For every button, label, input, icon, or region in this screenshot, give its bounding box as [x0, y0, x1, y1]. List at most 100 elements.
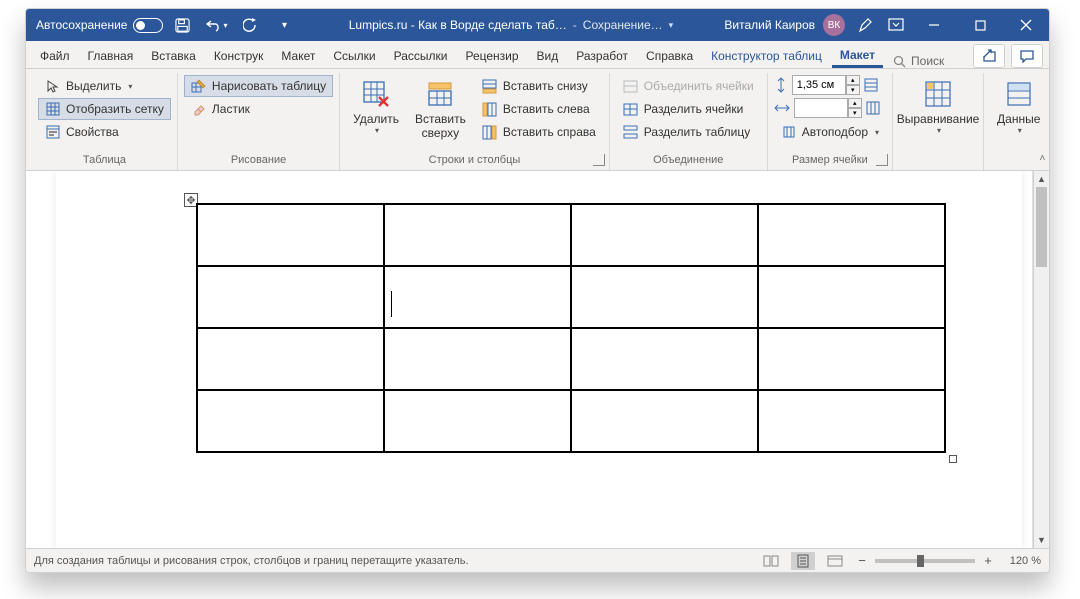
properties-icon	[45, 124, 61, 140]
save-status: Сохранение…	[583, 18, 663, 32]
col-width-icon	[774, 101, 790, 115]
tab-layout[interactable]: Макет	[273, 44, 323, 68]
properties-button[interactable]: Свойства	[38, 121, 171, 143]
status-bar: Для создания таблицы и рисования строк, …	[26, 548, 1049, 572]
select-button[interactable]: Выделить▾	[38, 75, 171, 97]
draw-table-button[interactable]: Нарисовать таблицу	[184, 75, 333, 97]
insert-below-button[interactable]: Вставить снизу	[475, 75, 603, 97]
insert-below-icon	[482, 78, 498, 94]
page[interactable]: ✥	[26, 171, 1033, 548]
tab-table-layout[interactable]: Макет	[832, 43, 883, 68]
tab-insert[interactable]: Вставка	[143, 44, 204, 68]
vertical-scrollbar[interactable]: ▲ ▼	[1033, 171, 1049, 548]
tab-table-design[interactable]: Конструктор таблиц	[703, 44, 830, 68]
web-layout-icon[interactable]	[823, 552, 847, 570]
scroll-up-icon[interactable]: ▲	[1034, 171, 1049, 187]
tab-view[interactable]: Вид	[529, 44, 567, 68]
ribbon-tabs: Файл Главная Вставка Конструк Макет Ссыл…	[26, 41, 1049, 69]
split-cells-icon	[623, 101, 639, 117]
app-window: Автосохранение ▾ ▾ Lumpics.ru - Как в Во…	[25, 8, 1050, 573]
zoom-slider[interactable]	[875, 559, 975, 563]
split-cells-button[interactable]: Разделить ячейки	[616, 98, 761, 120]
draw-mode-icon[interactable]	[851, 10, 881, 40]
spin-down-icon[interactable]: ▾	[848, 108, 862, 118]
merge-cells-button[interactable]: Объединить ячейки	[616, 75, 761, 97]
split-table-icon	[623, 124, 639, 140]
insert-above-button[interactable]: Вставить сверху	[408, 75, 473, 143]
save-icon[interactable]	[167, 10, 197, 40]
spin-up-icon[interactable]: ▴	[846, 75, 860, 85]
cursor-icon	[45, 78, 61, 94]
zoom-in-button[interactable]: +	[981, 554, 995, 568]
pencil-table-icon	[191, 78, 207, 94]
print-layout-icon[interactable]	[791, 552, 815, 570]
user-avatar[interactable]: ВК	[823, 14, 845, 36]
tab-mailings[interactable]: Рассылки	[386, 44, 456, 68]
eraser-button[interactable]: Ластик	[184, 98, 333, 120]
word-table[interactable]	[196, 203, 946, 453]
user-name[interactable]: Виталий Каиров	[722, 18, 817, 32]
share-button[interactable]	[973, 44, 1005, 68]
tab-home[interactable]: Главная	[80, 44, 142, 68]
table-resize-handle[interactable]	[949, 455, 957, 463]
view-gridlines-button[interactable]: Отобразить сетку	[38, 98, 171, 120]
eraser-icon	[191, 101, 207, 117]
group-label: Таблица	[83, 152, 126, 170]
tab-help[interactable]: Справка	[638, 44, 701, 68]
col-width-input[interactable]: ▴▾	[794, 98, 862, 118]
distribute-rows-icon[interactable]	[864, 78, 878, 92]
text-cursor	[391, 291, 392, 317]
tab-file[interactable]: Файл	[32, 44, 78, 68]
maximize-button[interactable]	[957, 9, 1003, 41]
group-cell-size: ▴▾ ▴▾ Автоподбор▾	[768, 73, 893, 170]
scroll-thumb[interactable]	[1036, 187, 1047, 267]
minimize-button[interactable]	[911, 9, 957, 41]
row-height-input[interactable]: ▴▾	[792, 75, 860, 95]
zoom-value[interactable]: 120 %	[1001, 555, 1041, 567]
undo-icon[interactable]: ▾	[201, 10, 231, 40]
tab-developer[interactable]: Разработ	[568, 44, 636, 68]
autofit-button[interactable]: Автоподбор▾	[774, 121, 886, 143]
close-button[interactable]	[1003, 9, 1049, 41]
tab-references[interactable]: Ссылки	[325, 44, 383, 68]
group-draw: Нарисовать таблицу Ластик Рисование	[178, 73, 340, 170]
read-mode-icon[interactable]	[759, 552, 783, 570]
spin-up-icon[interactable]: ▴	[848, 98, 862, 108]
insert-above-icon	[424, 78, 456, 110]
document-title: Lumpics.ru - Как в Ворде сделать таб…	[349, 18, 567, 32]
search-input[interactable]: Поиск	[885, 54, 952, 68]
tab-review[interactable]: Рецензир	[457, 44, 526, 68]
collapse-ribbon-icon[interactable]: ˄	[1040, 153, 1046, 164]
zoom-out-button[interactable]: −	[855, 554, 869, 568]
tab-design[interactable]: Конструк	[206, 44, 272, 68]
distribute-cols-icon[interactable]	[866, 101, 880, 115]
split-table-button[interactable]: Разделить таблицу	[616, 121, 761, 143]
comments-button[interactable]	[1011, 44, 1043, 68]
ribbon: Выделить▾ Отобразить сетку Свойства Табл…	[26, 69, 1049, 171]
insert-right-icon	[482, 124, 498, 140]
group-label: Строки и столбцы	[429, 152, 521, 170]
delete-button[interactable]: Удалить ▾	[346, 75, 406, 138]
group-table: Выделить▾ Отобразить сетку Свойства Табл…	[32, 73, 178, 170]
zoom-control: − + 120 %	[855, 554, 1041, 568]
insert-left-button[interactable]: Вставить слева	[475, 98, 603, 120]
dialog-launcher-icon[interactable]	[593, 154, 605, 166]
group-alignment: Выравнивание ▾	[893, 73, 984, 170]
insert-right-button[interactable]: Вставить справа	[475, 121, 603, 143]
autofit-icon	[781, 124, 797, 140]
alignment-button[interactable]: Выравнивание ▾	[899, 75, 977, 138]
dialog-launcher-icon[interactable]	[876, 154, 888, 166]
scroll-down-icon[interactable]: ▼	[1034, 532, 1049, 548]
autosave-toggle[interactable]: Автосохранение	[36, 18, 163, 33]
ribbon-display-icon[interactable]	[881, 10, 911, 40]
redo-icon[interactable]	[235, 10, 265, 40]
quick-access-more-icon[interactable]: ▾	[269, 10, 299, 40]
toggle-off-icon[interactable]	[133, 18, 163, 33]
data-icon	[1003, 78, 1035, 110]
merge-icon	[623, 78, 639, 94]
row-height-icon	[774, 77, 788, 93]
delete-table-icon	[360, 78, 392, 110]
data-button[interactable]: Данные ▾	[990, 75, 1047, 138]
spin-down-icon[interactable]: ▾	[846, 85, 860, 95]
search-icon	[893, 55, 906, 68]
